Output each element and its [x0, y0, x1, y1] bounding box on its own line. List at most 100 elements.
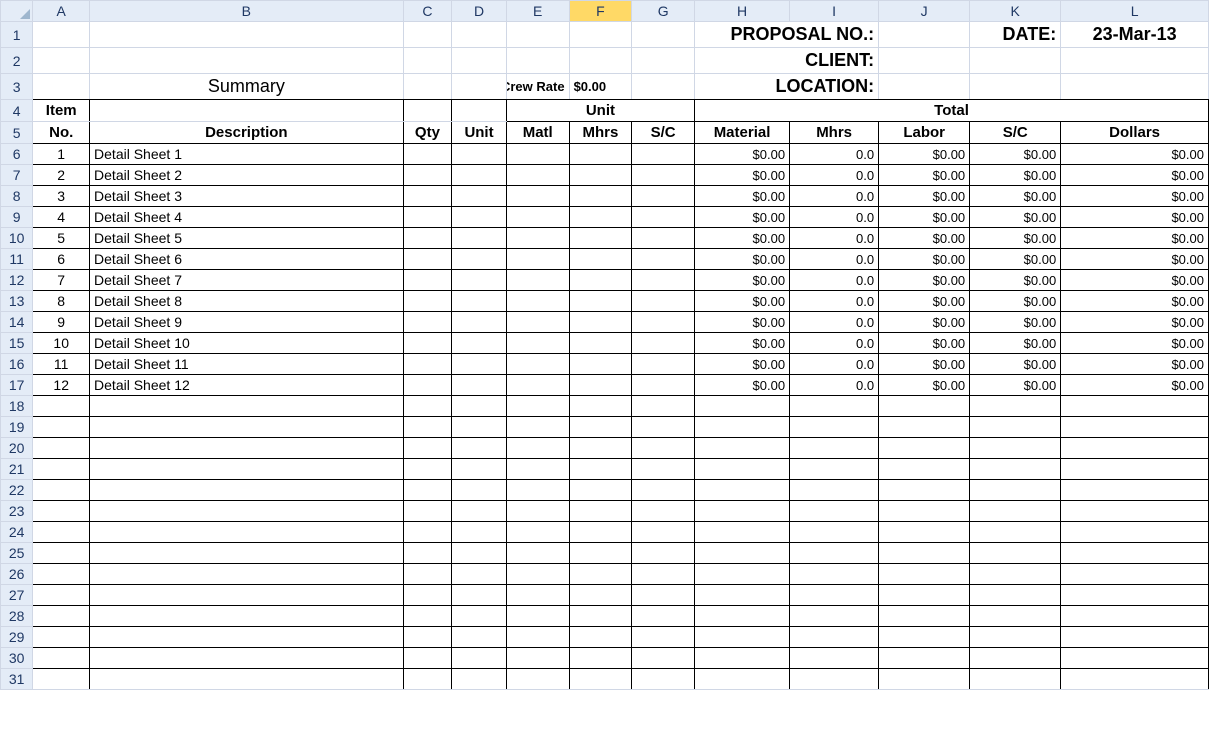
empty-cell[interactable]: [570, 438, 632, 458]
cell-material[interactable]: $0.00: [695, 144, 789, 164]
empty-cell[interactable]: [404, 669, 452, 689]
row-header-26[interactable]: 26: [1, 564, 32, 584]
cell-description[interactable]: Detail Sheet 7: [90, 270, 403, 290]
empty-cell[interactable]: [879, 606, 969, 626]
cell-matl[interactable]: [507, 186, 569, 206]
empty-cell[interactable]: [695, 543, 789, 563]
empty-cell[interactable]: [790, 585, 878, 605]
empty-cell[interactable]: [632, 543, 694, 563]
empty-cell[interactable]: [790, 606, 878, 626]
empty-cell[interactable]: [404, 585, 452, 605]
cell-dollars[interactable]: $0.00: [1061, 333, 1208, 353]
empty-cell[interactable]: [632, 522, 694, 542]
empty-cell[interactable]: [452, 543, 506, 563]
cell-material[interactable]: $0.00: [695, 186, 789, 206]
empty-cell[interactable]: [507, 606, 569, 626]
cell-mhrs-total[interactable]: 0.0: [790, 207, 878, 227]
empty-cell[interactable]: [570, 648, 632, 668]
cell-mhrs-total[interactable]: 0.0: [790, 165, 878, 185]
empty-cell[interactable]: [33, 522, 89, 542]
empty-cell[interactable]: [632, 627, 694, 647]
empty-cell[interactable]: [632, 585, 694, 605]
cell-sc[interactable]: [632, 354, 694, 374]
empty-cell[interactable]: [790, 543, 878, 563]
empty-cell[interactable]: [570, 564, 632, 584]
empty-cell[interactable]: [790, 669, 878, 689]
cell-matl[interactable]: [507, 144, 569, 164]
empty-cell[interactable]: [570, 606, 632, 626]
row-header-11[interactable]: 11: [1, 249, 32, 269]
empty-cell[interactable]: [507, 501, 569, 521]
empty-cell[interactable]: [452, 438, 506, 458]
cell-unit[interactable]: [452, 249, 506, 269]
empty-cell[interactable]: [33, 501, 89, 521]
row-header-25[interactable]: 25: [1, 543, 32, 563]
empty-cell[interactable]: [90, 522, 403, 542]
empty-cell[interactable]: [507, 396, 569, 416]
spreadsheet-grid[interactable]: ABCDEFGHIJKL1PROPOSAL NO.:DATE:23-Mar-13…: [0, 0, 1209, 690]
empty-cell[interactable]: [970, 543, 1060, 563]
cell-material[interactable]: $0.00: [695, 354, 789, 374]
cell-qty[interactable]: [404, 291, 452, 311]
empty-cell[interactable]: [507, 585, 569, 605]
cell-labor[interactable]: $0.00: [879, 228, 969, 248]
empty-cell[interactable]: [404, 438, 452, 458]
cell-material[interactable]: $0.00: [695, 228, 789, 248]
empty-cell[interactable]: [90, 438, 403, 458]
empty-cell[interactable]: [90, 396, 403, 416]
empty-cell[interactable]: [33, 459, 89, 479]
col-header-C[interactable]: C: [404, 1, 452, 21]
empty-cell[interactable]: [452, 480, 506, 500]
cell-sc-total[interactable]: $0.00: [970, 375, 1060, 395]
empty-cell[interactable]: [970, 585, 1060, 605]
empty-cell[interactable]: [90, 648, 403, 668]
cell-material[interactable]: $0.00: [695, 375, 789, 395]
empty-cell[interactable]: [1061, 564, 1208, 584]
empty-cell[interactable]: [1061, 606, 1208, 626]
cell-mhrs[interactable]: [570, 333, 632, 353]
empty-cell[interactable]: [790, 522, 878, 542]
empty-cell[interactable]: [695, 459, 789, 479]
empty-cell[interactable]: [632, 606, 694, 626]
empty-cell[interactable]: [632, 669, 694, 689]
empty-cell[interactable]: [33, 396, 89, 416]
empty-cell[interactable]: [790, 459, 878, 479]
cell-sc-total[interactable]: $0.00: [970, 333, 1060, 353]
empty-cell[interactable]: [452, 564, 506, 584]
empty-cell[interactable]: [90, 480, 403, 500]
empty-cell[interactable]: [790, 501, 878, 521]
empty-cell[interactable]: [790, 438, 878, 458]
cell-sc[interactable]: [632, 270, 694, 290]
cell-description[interactable]: Detail Sheet 2: [90, 165, 403, 185]
cell-material[interactable]: $0.00: [695, 312, 789, 332]
empty-cell[interactable]: [33, 669, 89, 689]
empty-cell[interactable]: [404, 627, 452, 647]
empty-cell[interactable]: [970, 459, 1060, 479]
cell-labor[interactable]: $0.00: [879, 207, 969, 227]
empty-cell[interactable]: [695, 438, 789, 458]
empty-cell[interactable]: [507, 522, 569, 542]
row-header-3[interactable]: 3: [1, 74, 32, 99]
empty-cell[interactable]: [90, 606, 403, 626]
row-header-30[interactable]: 30: [1, 648, 32, 668]
cell-qty[interactable]: [404, 144, 452, 164]
col-header-L[interactable]: L: [1061, 1, 1208, 21]
cell-matl[interactable]: [507, 207, 569, 227]
empty-cell[interactable]: [33, 417, 89, 437]
cell-description[interactable]: Detail Sheet 8: [90, 291, 403, 311]
empty-cell[interactable]: [879, 564, 969, 584]
row-header-27[interactable]: 27: [1, 585, 32, 605]
col-header-G[interactable]: G: [632, 1, 694, 21]
cell-qty[interactable]: [404, 228, 452, 248]
cell-labor[interactable]: $0.00: [879, 144, 969, 164]
cell-mhrs-total[interactable]: 0.0: [790, 270, 878, 290]
cell-unit[interactable]: [452, 291, 506, 311]
cell-dollars[interactable]: $0.00: [1061, 354, 1208, 374]
col-header-F[interactable]: F: [570, 1, 632, 21]
empty-cell[interactable]: [970, 564, 1060, 584]
empty-cell[interactable]: [970, 522, 1060, 542]
empty-cell[interactable]: [90, 669, 403, 689]
cell-mhrs[interactable]: [570, 207, 632, 227]
empty-cell[interactable]: [970, 396, 1060, 416]
cell-sc-total[interactable]: $0.00: [970, 165, 1060, 185]
